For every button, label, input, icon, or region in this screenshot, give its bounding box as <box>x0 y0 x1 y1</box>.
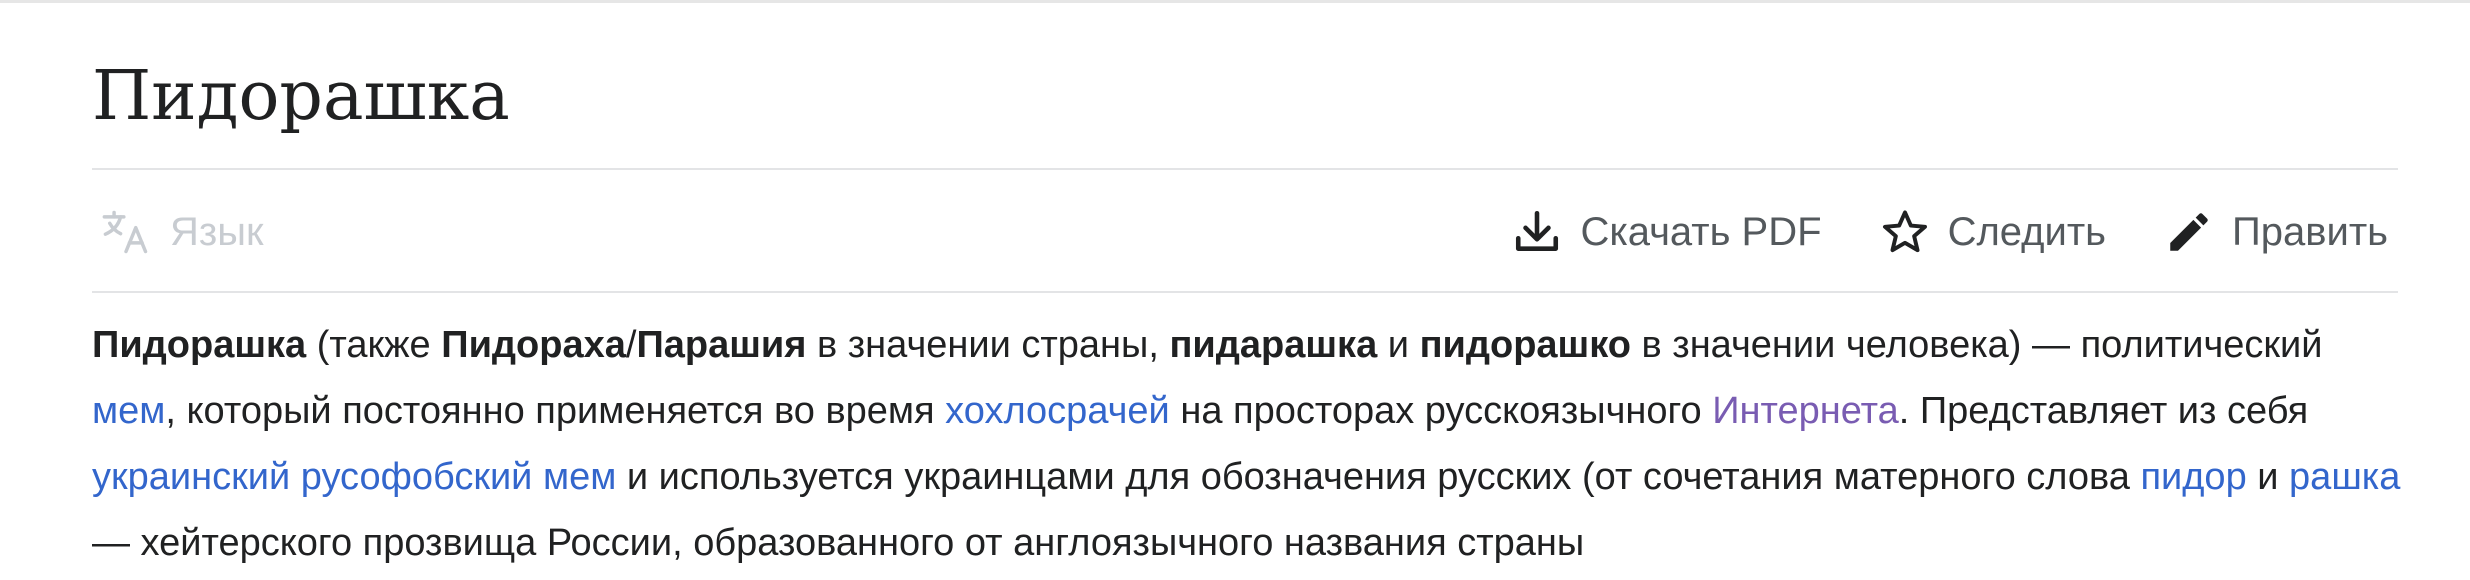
toolbar-divider <box>92 291 2398 293</box>
link-internet[interactable]: Интернета <box>1712 390 1899 432</box>
link-mem[interactable]: мем <box>92 390 165 432</box>
text-segment: в значении человека) — политический <box>1630 324 2323 366</box>
language-button[interactable]: Язык <box>100 206 263 258</box>
translate-icon <box>102 210 148 254</box>
link-ukrainian-meme[interactable]: украинский русофобский мем <box>92 456 616 498</box>
pencil-icon <box>2170 213 2208 251</box>
top-border <box>0 0 2470 3</box>
term-pidorashka: Пидорашка <box>92 324 307 366</box>
download-pdf-button[interactable]: Скачать PDF <box>1512 207 1822 257</box>
edit-button[interactable]: Править <box>2164 207 2388 257</box>
download-icon <box>1516 210 1559 251</box>
watch-button[interactable]: Следить <box>1880 207 2106 257</box>
text-segment: и <box>2246 456 2290 498</box>
text-segment: в значении страны, <box>806 324 1170 366</box>
text-segment: / <box>625 324 637 366</box>
text-segment: — хейтерского прозвища России, образован… <box>92 522 1585 564</box>
term-pidorakha: Пидораха <box>441 324 626 366</box>
watch-label: Следить <box>1947 209 2106 254</box>
edit-label: Править <box>2232 209 2388 254</box>
term-pidarashka: пидарашка <box>1169 324 1378 366</box>
text-segment: на просторах русскоязычного <box>1169 390 1713 432</box>
link-holivars[interactable]: хохлосрачей <box>945 390 1170 432</box>
text-segment: и используется украинцами для обозначени… <box>616 456 2141 498</box>
link-rashka[interactable]: рашка <box>2289 456 2400 498</box>
article-intro-paragraph: Пидорашка (также Пидораха/Парашия в знач… <box>92 312 2412 576</box>
term-pidorashko: пидорашко <box>1419 324 1631 366</box>
download-pdf-label: Скачать PDF <box>1580 209 1822 254</box>
text-segment: . Представляет из себя <box>1898 390 2309 432</box>
star-icon <box>1882 210 1927 253</box>
page-title: Пидорашка <box>92 57 510 136</box>
term-parashiya: Парашия <box>636 324 807 366</box>
language-label: Язык <box>170 209 264 254</box>
text-segment: (также <box>306 324 442 366</box>
page-actions: Скачать PDF Следить Править <box>1512 204 2388 260</box>
page-toolbar: Язык Скачать PDF Следить Править <box>92 170 2398 291</box>
link-pidor[interactable]: пидор <box>2140 456 2246 498</box>
text-segment: и <box>1377 324 1420 366</box>
text-segment: , который постоянно применяется во время <box>165 390 946 432</box>
